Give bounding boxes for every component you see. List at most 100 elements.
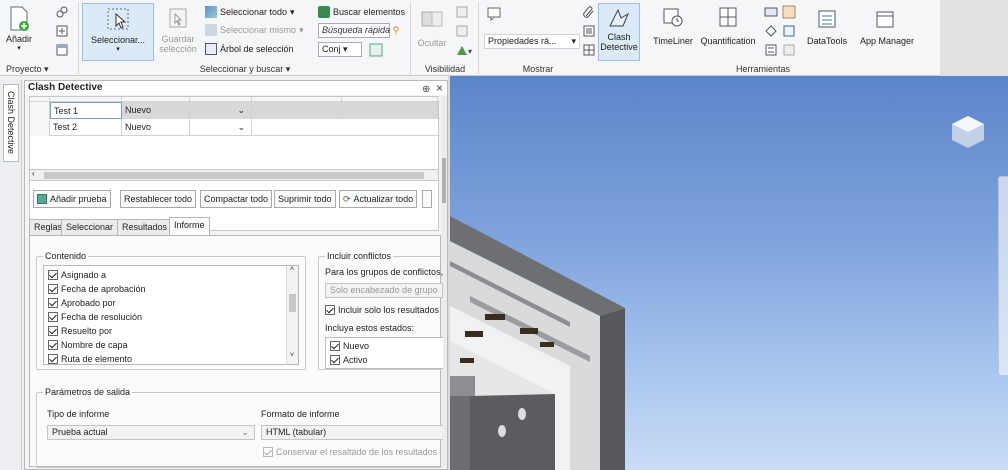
keep-highlighting-check[interactable]: Conservar el resaltado de los resultados	[263, 445, 437, 459]
check-layer-name[interactable]: Nombre de capa	[48, 338, 128, 352]
delete-all-button[interactable]: Suprimir todo	[274, 190, 336, 208]
check-approval-date[interactable]: Fecha de aprobación	[48, 282, 146, 296]
chevron-down-icon: ▾	[340, 44, 348, 54]
chevron-left-icon[interactable]: ‹	[32, 169, 35, 178]
statuses-list: Nuevo Activo	[325, 337, 443, 369]
group-visibilidad: Visibilidad	[424, 64, 466, 74]
comment-icon[interactable]	[486, 6, 502, 22]
add-button[interactable]: Añadir ▾	[4, 6, 34, 52]
chevron-down-icon[interactable]: ˅	[290, 352, 294, 359]
chevron-down-icon: ▾	[290, 6, 295, 17]
status-nuevo[interactable]: Nuevo	[330, 339, 369, 353]
tab-informe[interactable]: Informe	[169, 217, 210, 236]
sync-icon[interactable]	[782, 43, 796, 57]
scripter-icon[interactable]	[782, 5, 796, 19]
visibility-options-icon[interactable]: ▾	[455, 43, 473, 57]
clash-detective-button[interactable]: Clash Detective	[598, 3, 640, 61]
export-button[interactable]	[422, 190, 432, 208]
check-resolution-date[interactable]: Fecha de resolución	[48, 310, 142, 324]
pin-icon[interactable]: ⊕	[422, 84, 430, 95]
include-only-filtered-check[interactable]: Incluir solo los resultados	[325, 303, 439, 317]
batch-utility-icon[interactable]	[782, 24, 796, 38]
add-test-button[interactable]: Añadir prueba	[33, 190, 111, 208]
reset-all-button[interactable]: Restablecer todo	[120, 190, 197, 208]
checkbox[interactable]	[263, 447, 273, 457]
checkbox[interactable]	[48, 298, 58, 308]
hide-button[interactable]: Ocultar	[414, 8, 450, 48]
close-icon[interactable]: ×	[436, 81, 443, 95]
update-all-button[interactable]: ⟳ Actualizar todo	[339, 190, 418, 208]
timeliner-button[interactable]: TimeLiner	[650, 6, 696, 46]
status-activo[interactable]: Activo	[330, 353, 368, 367]
chevron-down-icon: ▾	[571, 36, 576, 46]
checkbox[interactable]	[48, 326, 58, 336]
import-icon[interactable]	[55, 24, 69, 38]
group-header-dropdown[interactable]: Solo encabezado de grupo	[325, 283, 443, 298]
select-button[interactable]: Seleccionar... ▾	[82, 3, 154, 61]
panel-title: Clash Detective	[28, 82, 103, 93]
checkbox[interactable]	[48, 284, 58, 294]
row-dropdown[interactable]: ⌄	[190, 102, 252, 119]
building-model	[450, 216, 625, 470]
clash-detective-side-tab[interactable]: Clash Detective	[3, 84, 19, 162]
find-items-button[interactable]: Buscar elementos	[318, 6, 405, 18]
check-item-path[interactable]: Ruta de elemento	[48, 352, 132, 364]
app-manager-button[interactable]: App Manager	[860, 8, 914, 46]
check-resolved-by[interactable]: Resuelto por	[48, 324, 112, 338]
include-clashes-group: Incluir conflictos Para los grupos de co…	[318, 251, 443, 370]
checkbox[interactable]	[48, 354, 58, 364]
require-icon[interactable]	[455, 24, 469, 38]
checkbox[interactable]	[48, 340, 58, 350]
select-all-button[interactable]: Seleccionar todo ▾	[205, 6, 295, 18]
quick-find-input[interactable]: Búsqueda rápida ⚲	[318, 23, 399, 38]
report-format-label: Formato de informe	[261, 409, 340, 419]
contents-legend: Contenido	[43, 251, 89, 261]
grid-icon[interactable]	[582, 43, 596, 57]
tab-seleccionar[interactable]: Seleccionar	[61, 219, 119, 235]
sets-dropdown[interactable]: Conj ▾	[318, 42, 362, 57]
check-approved-by[interactable]: Aprobado por	[48, 296, 116, 310]
table-row[interactable]: Test 1 Nuevo ⌄	[30, 102, 440, 119]
quick-properties-dropdown[interactable]: Propiedades rá... ▾	[484, 34, 580, 49]
select-all-icon	[205, 6, 217, 18]
group-seleccionar[interactable]: Seleccionar y buscar ▾	[80, 63, 410, 75]
save-selection-button[interactable]: Guardar selección	[158, 6, 198, 54]
datatools-icon	[818, 10, 836, 28]
3d-viewport[interactable]	[450, 76, 1008, 470]
chevron-up-icon[interactable]: ˄	[290, 266, 294, 273]
paperclip-icon[interactable]	[582, 5, 596, 19]
compare-icon[interactable]	[764, 43, 778, 57]
horizontal-scrollbar[interactable]: ‹	[29, 169, 439, 181]
animator-icon[interactable]	[764, 5, 778, 19]
manage-sets-icon[interactable]	[369, 43, 383, 57]
viewcube-icon[interactable]	[946, 110, 990, 154]
properties-icon[interactable]	[582, 24, 596, 38]
check-assigned-to[interactable]: Asignado a	[48, 268, 106, 282]
list-scrollbar[interactable]: ˄ ˅	[286, 266, 298, 364]
quantification-button[interactable]: Quantification	[698, 6, 758, 46]
link-icon[interactable]	[55, 5, 69, 19]
unhide-icon[interactable]	[455, 5, 469, 19]
navigation-bar[interactable]	[998, 176, 1008, 376]
report-format-dropdown[interactable]: HTML (tabular)	[261, 425, 443, 440]
datatools-button[interactable]: DataTools	[805, 8, 849, 46]
checkbox[interactable]	[330, 355, 340, 365]
checkbox[interactable]	[330, 341, 340, 351]
ribbon-empty-area	[940, 0, 1008, 76]
window-icon[interactable]	[55, 43, 69, 57]
appearance-profiler-icon[interactable]	[764, 24, 778, 38]
checkbox[interactable]	[48, 270, 58, 280]
group-proyecto[interactable]: Proyecto ▾	[2, 63, 78, 75]
checkbox[interactable]	[325, 305, 335, 315]
report-type-dropdown[interactable]: Prueba actual ⌄	[47, 425, 255, 440]
select-same-icon	[205, 24, 217, 36]
select-same-button[interactable]: Seleccionar mismo ▾	[205, 24, 304, 36]
row-dropdown[interactable]: ⌄	[190, 119, 252, 136]
table-row[interactable]: Test 2 Nuevo ⌄	[30, 119, 440, 136]
output-settings-group: Parámetros de salida Tipo de informe Pru…	[36, 387, 443, 468]
report-tab-content: Contenido Asignado a Fecha de aprobación…	[29, 235, 443, 468]
tab-resultados[interactable]: Resultados	[117, 219, 173, 235]
compact-all-button[interactable]: Compactar todo	[200, 190, 273, 208]
selection-tree-button[interactable]: Árbol de selección	[205, 43, 294, 55]
checkbox[interactable]	[48, 312, 58, 322]
